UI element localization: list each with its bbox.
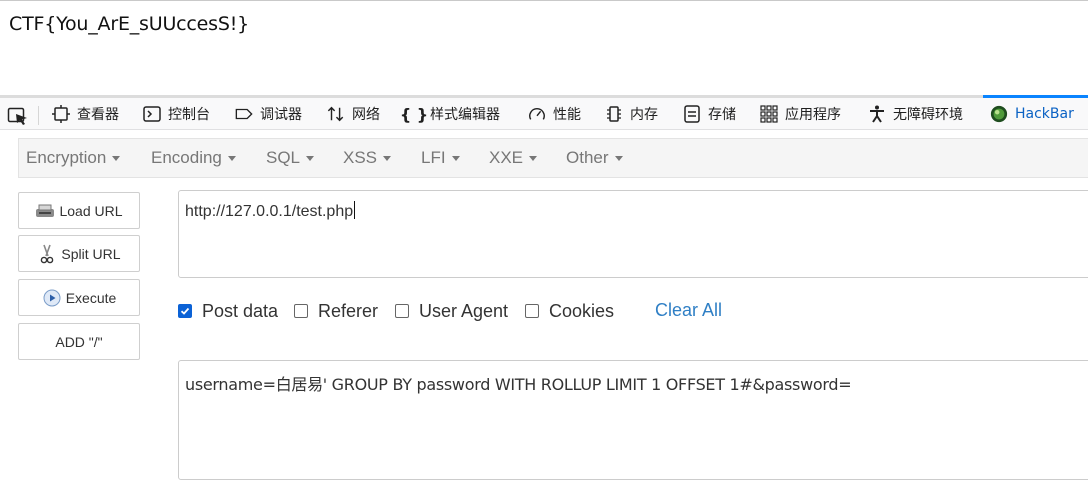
checkbox-label: Cookies — [549, 300, 615, 321]
menu-label: Encryption — [26, 148, 107, 167]
play-icon — [42, 289, 62, 307]
menu-sql[interactable]: SQL — [266, 139, 315, 177]
menu-label: Encoding — [151, 148, 222, 167]
tab-accessibility[interactable]: 无障碍环境 — [868, 98, 963, 130]
chevron-down-icon — [383, 156, 392, 162]
checkbox-label: User Agent — [419, 300, 509, 321]
menu-encryption[interactable]: Encryption — [26, 139, 121, 177]
checkbox-box — [294, 304, 308, 318]
menu-label: XXE — [489, 148, 524, 167]
post-data-input[interactable]: username=白居易' GROUP BY password WITH ROL… — [178, 360, 1088, 480]
style-editor-icon: { } — [399, 104, 429, 124]
tab-console[interactable]: 控制台 — [143, 98, 210, 130]
tab-style-editor[interactable]: { } 样式编辑器 — [399, 98, 500, 130]
menu-xss[interactable]: XSS — [343, 139, 392, 177]
console-icon — [143, 105, 161, 123]
url-input[interactable]: http://127.0.0.1/test.php — [178, 190, 1088, 278]
url-value: http://127.0.0.1/test.php — [185, 203, 354, 220]
scissors-icon — [37, 244, 57, 263]
tab-inspector[interactable]: 查看器 — [52, 98, 119, 130]
tab-label: 内存 — [630, 107, 658, 123]
menu-label: Other — [566, 148, 609, 167]
checkmark-icon — [178, 304, 192, 318]
chevron-down-icon — [614, 156, 623, 162]
tab-network[interactable]: 网络 — [327, 98, 380, 130]
chevron-down-icon — [227, 156, 236, 162]
add-slash-button[interactable]: ADD "/" — [18, 323, 140, 360]
button-label: Split URL — [61, 245, 121, 262]
tab-label: HackBar — [1015, 106, 1074, 122]
hackbar-menu: Encryption Encoding SQL XSS LFI XXE Othe… — [18, 138, 1088, 178]
element-picker-icon[interactable] — [7, 107, 29, 127]
checkbox-label: Referer — [318, 300, 379, 321]
split-url-button[interactable]: Split URL — [18, 235, 140, 272]
chevron-down-icon — [112, 156, 121, 162]
menu-xxe[interactable]: XXE — [489, 139, 538, 177]
chevron-down-icon — [451, 156, 460, 162]
network-icon — [327, 105, 345, 123]
menu-encoding[interactable]: Encoding — [151, 139, 236, 177]
tab-label: 性能 — [553, 107, 581, 123]
menu-label: LFI — [421, 148, 446, 167]
tab-memory[interactable]: 内存 — [605, 98, 658, 130]
toolbar-divider — [38, 106, 39, 125]
tab-storage[interactable]: 存储 — [683, 98, 736, 130]
inspector-icon — [52, 105, 70, 123]
text-cursor — [354, 201, 356, 219]
execute-button[interactable]: Execute — [18, 279, 140, 316]
tab-application[interactable]: 应用程序 — [760, 98, 841, 130]
page-output-text: CTF{You_ArE_sUUccesS!} — [9, 13, 250, 35]
user-agent-checkbox[interactable]: User Agent — [395, 300, 508, 322]
application-icon — [760, 105, 778, 123]
tab-hackbar[interactable]: HackBar — [990, 98, 1074, 130]
storage-icon — [683, 105, 701, 123]
checkbox-label: Post data — [202, 300, 279, 321]
memory-icon — [605, 105, 623, 123]
checkbox-box — [525, 304, 539, 318]
menu-lfi[interactable]: LFI — [421, 139, 460, 177]
tab-label: 调试器 — [260, 107, 302, 123]
referer-checkbox[interactable]: Referer — [294, 300, 378, 322]
chevron-down-icon — [529, 156, 538, 162]
tab-label: 样式编辑器 — [430, 107, 500, 123]
post-data-checkbox[interactable]: Post data — [178, 300, 278, 322]
cookies-checkbox[interactable]: Cookies — [525, 300, 614, 322]
devtools-toolbar: 查看器 控制台 调试器 网络 { } 样式编辑器 性能 内存 存储 应用程序 无… — [0, 95, 1088, 130]
tab-label: 查看器 — [77, 107, 119, 123]
menu-label: SQL — [266, 148, 301, 167]
window-top-border — [0, 0, 1088, 1]
post-data-value: username=白居易' GROUP BY password WITH ROL… — [185, 375, 852, 394]
tab-label: 网络 — [352, 107, 380, 123]
button-label: Load URL — [59, 202, 123, 219]
menu-other[interactable]: Other — [566, 139, 623, 177]
tab-performance[interactable]: 性能 — [528, 98, 581, 130]
tab-label: 控制台 — [168, 107, 210, 123]
tab-debugger[interactable]: 调试器 — [235, 98, 302, 130]
clear-all-link[interactable]: Clear All — [655, 300, 722, 321]
load-url-icon — [35, 202, 55, 220]
load-url-button[interactable]: Load URL — [18, 192, 140, 229]
tab-label: 存储 — [708, 107, 736, 123]
menu-label: XSS — [343, 148, 378, 167]
tab-label: 无障碍环境 — [893, 107, 963, 123]
chevron-down-icon — [306, 156, 315, 162]
button-label: ADD "/" — [55, 333, 103, 350]
debugger-icon — [235, 105, 253, 123]
tab-label: 应用程序 — [785, 107, 841, 123]
accessibility-icon — [868, 105, 886, 123]
button-label: Execute — [65, 289, 117, 306]
hackbar-icon — [990, 105, 1008, 123]
performance-icon — [528, 105, 546, 123]
checkbox-box — [395, 304, 409, 318]
